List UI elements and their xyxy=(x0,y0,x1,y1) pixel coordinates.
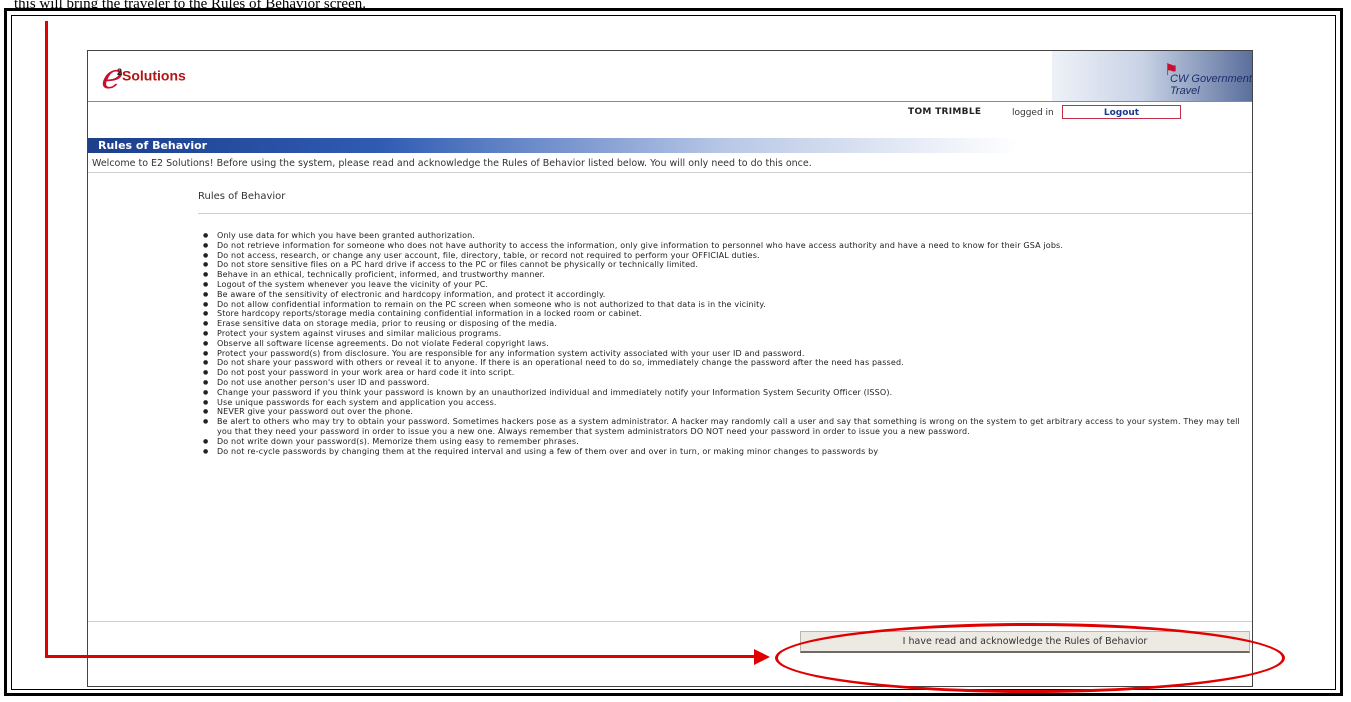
section-header-bar: Rules of Behavior xyxy=(88,138,1252,153)
user-name: TOM TRIMBLE xyxy=(908,107,982,117)
page-title: Rules of Behavior xyxy=(98,139,208,152)
rule-item: Do not use another person's user ID and … xyxy=(203,378,1243,388)
annotation-arrowhead-icon xyxy=(754,649,770,665)
rules-heading: Rules of Behavior xyxy=(198,191,286,202)
rules-list[interactable]: Only use data for which you have been gr… xyxy=(203,231,1243,617)
rule-item: Use unique passwords for each system and… xyxy=(203,398,1243,408)
annotation-arrow-line xyxy=(45,655,757,658)
rule-item: Behave in an ethical, technically profic… xyxy=(203,270,1243,280)
login-status-text: logged in xyxy=(1012,108,1054,118)
rule-item: Do not post your password in your work a… xyxy=(203,368,1243,378)
divider xyxy=(88,172,1252,173)
rule-item: NEVER give your password out over the ph… xyxy=(203,407,1243,417)
rule-item: Change your password if you think your p… xyxy=(203,388,1243,398)
divider xyxy=(88,621,1252,622)
partner-logo-text: CW Government Travel xyxy=(1170,73,1252,97)
rule-item: Protect your system against viruses and … xyxy=(203,329,1243,339)
rule-item: Be aware of the sensitivity of electroni… xyxy=(203,290,1243,300)
logo-text: Solutions xyxy=(122,67,186,84)
rule-item: Do not re-cycle passwords by changing th… xyxy=(203,447,1243,457)
login-status-row: TOM TRIMBLE logged in Logout xyxy=(88,103,1252,125)
rule-item: Store hardcopy reports/storage media con… xyxy=(203,309,1243,319)
app-header: ℯ 2Solutions ⚑ CW Government Travel xyxy=(88,51,1252,102)
rule-item: Do not write down your password(s). Memo… xyxy=(203,437,1243,447)
rule-item: Do not retrieve information for someone … xyxy=(203,241,1243,251)
rule-item: Be alert to others who may try to obtain… xyxy=(203,417,1243,437)
rule-item: Erase sensitive data on storage media, p… xyxy=(203,319,1243,329)
rule-item: Protect your password(s) from disclosure… xyxy=(203,349,1243,359)
divider xyxy=(198,213,1252,214)
cw-government-travel-banner: ⚑ CW Government Travel xyxy=(1052,51,1252,101)
rule-item: Do not allow confidential information to… xyxy=(203,300,1243,310)
annotation-highlight-ellipse xyxy=(775,623,1285,693)
rule-item: Do not store sensitive files on a PC har… xyxy=(203,260,1243,270)
rule-item: Only use data for which you have been gr… xyxy=(203,231,1243,241)
e2-solutions-logo: ℯ 2Solutions xyxy=(100,57,260,97)
rule-item: Do not share your password with others o… xyxy=(203,358,1243,368)
welcome-message: Welcome to E2 Solutions! Before using th… xyxy=(92,158,812,169)
logout-button[interactable]: Logout xyxy=(1062,105,1181,119)
app-screen: ℯ 2Solutions ⚑ CW Government Travel TOM … xyxy=(87,50,1253,687)
rule-item: Logout of the system whenever you leave … xyxy=(203,280,1243,290)
rule-item: Do not access, research, or change any u… xyxy=(203,251,1243,261)
annotation-arrow-line xyxy=(45,21,48,658)
rule-item: Observe all software license agreements.… xyxy=(203,339,1243,349)
